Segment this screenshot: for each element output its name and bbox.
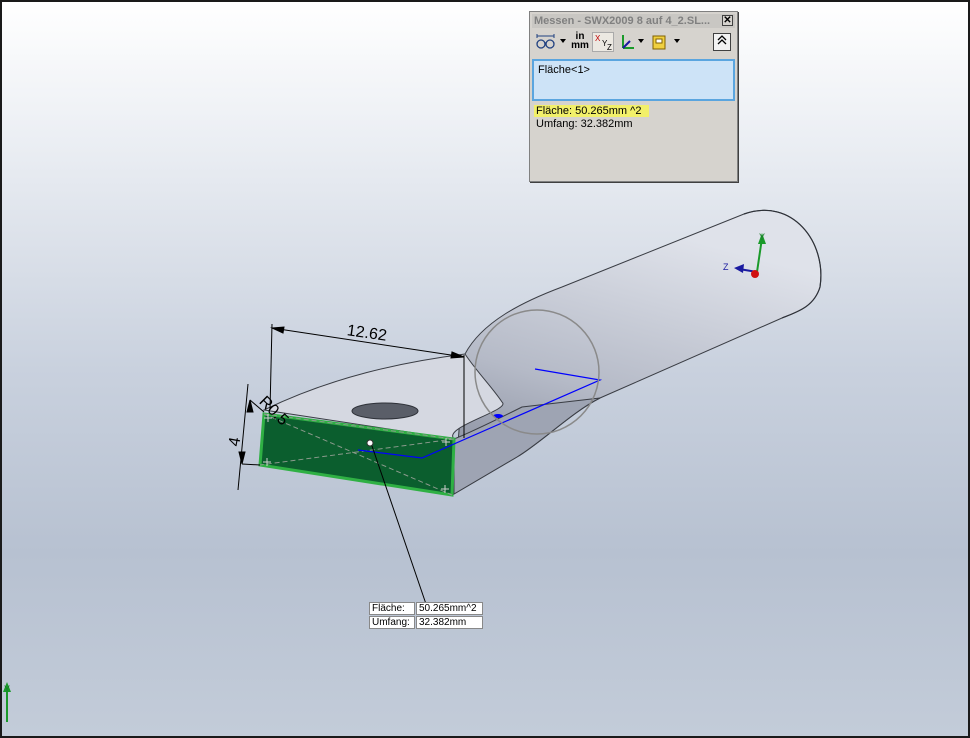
svg-text:Z: Z [607,43,612,51]
face-center-marker [366,439,374,447]
dimension-height-label: 4 [226,436,244,448]
svg-text:Y: Y [759,232,765,242]
units-label-bottom: mm [571,40,589,51]
callout-area-label: Fläche: [369,602,415,615]
dialog-toolbar: in mm X Y Z [532,30,735,56]
history-icon[interactable] [650,32,668,52]
selection-item[interactable]: Fläche<1> [538,64,729,76]
dialog-title: Messen - SWX2009 8 auf 4_2.SL... [534,15,711,27]
dialog-titlebar[interactable]: Messen - SWX2009 8 auf 4_2.SL... ✕ [532,14,735,28]
graphics-viewport[interactable]: 12.62 4 R0.5 Y Z Y Messen - SWX2009 8 au… [0,0,970,738]
callout-perimeter-label: Umfang: [369,616,415,629]
arc-circle-measure-icon[interactable] [534,32,558,52]
collapse-icon[interactable] [713,33,731,51]
dimension-width-label: 12.62 [346,322,388,344]
measure-callout: Fläche: 50.265mm^2 Umfang: 32.382mm [369,602,483,631]
measure-results: Fläche: 50.265mm ^2 Umfang: 32.382mm [534,105,650,131]
hole[interactable] [351,402,419,420]
model-view[interactable]: 12.62 4 R0.5 Y Z Y [2,2,970,738]
svg-text:X: X [595,34,601,43]
svg-text:Z: Z [723,262,729,272]
selection-list[interactable]: Fläche<1> [532,59,735,101]
axis-icon[interactable] [618,32,636,52]
chevron-down-icon[interactable] [560,39,566,43]
callout-perimeter-value: 32.382mm [416,616,483,629]
corner-triad-icon: Y [3,682,11,722]
result-area: Fläche: 50.265mm ^2 [534,105,650,117]
callout-area-value: 50.265mm^2 [416,602,483,615]
result-perimeter: Umfang: 32.382mm [536,118,633,130]
close-icon[interactable]: ✕ [722,15,733,26]
chevron-down-icon[interactable] [674,39,680,43]
units-icon[interactable]: in mm [570,32,590,52]
xyz-icon[interactable]: X Y Z [592,32,614,52]
svg-text:Y: Y [4,684,10,694]
measure-dialog[interactable]: Messen - SWX2009 8 auf 4_2.SL... ✕ in mm… [529,11,738,182]
chevron-down-icon[interactable] [638,39,644,43]
